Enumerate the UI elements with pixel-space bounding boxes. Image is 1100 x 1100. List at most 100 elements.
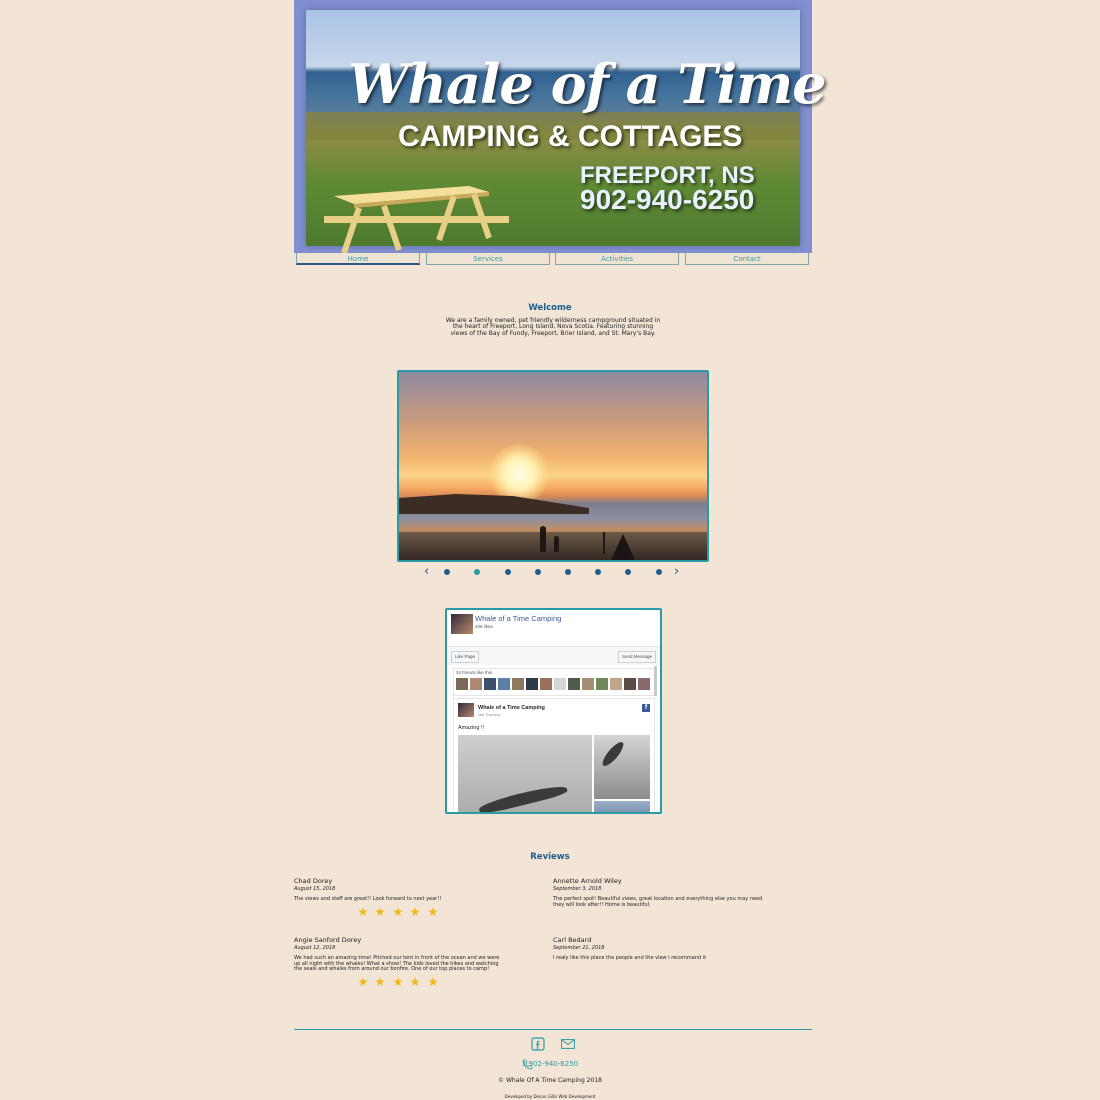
- fb-post-photo[interactable]: [594, 735, 650, 799]
- reviews-heading: Reviews: [530, 852, 570, 862]
- review-card: Annette Arnold Wiley September 3, 2018 T…: [553, 877, 763, 908]
- friend-avatar[interactable]: [498, 678, 510, 690]
- review-text: I realy like this place the people and t…: [553, 955, 707, 961]
- star-icon: [375, 977, 385, 987]
- slide-dot[interactable]: [535, 569, 541, 575]
- slide-dot[interactable]: [625, 569, 631, 575]
- slide-sun: [489, 444, 549, 504]
- review-text: The views and staff are great!! Look for…: [294, 896, 442, 902]
- fb-page-thumbnail[interactable]: [451, 614, 473, 634]
- fb-header: Whale of a Time Camping 408 likes: [447, 610, 660, 646]
- star-icon: [410, 977, 420, 987]
- welcome-text: We are a family owned, pet friendly wild…: [445, 317, 661, 337]
- slide-dot[interactable]: [565, 569, 571, 575]
- review-author: Carl Bedard: [553, 936, 592, 944]
- footer-copyright: © Whale Of A Time Camping 2018: [498, 1077, 602, 1084]
- slide-person-silhouette: [540, 526, 546, 552]
- fb-friends-text: 34 friends like this: [456, 670, 493, 675]
- star-icon: [358, 977, 368, 987]
- friend-avatar[interactable]: [554, 678, 566, 690]
- star-icon: [428, 907, 438, 917]
- slide-shore: [399, 532, 707, 560]
- fb-action-bar: Like Page Send Message: [447, 646, 660, 665]
- footer-divider: [294, 1029, 812, 1030]
- friend-avatar[interactable]: [582, 678, 594, 690]
- slide-dot[interactable]: [444, 569, 450, 575]
- header-phone[interactable]: 902-940-6250: [580, 184, 754, 216]
- friend-avatar[interactable]: [540, 678, 552, 690]
- facebook-page-widget: Whale of a Time Camping 408 likes Like P…: [445, 608, 662, 814]
- fb-post-photo[interactable]: [594, 801, 650, 812]
- nav-contact[interactable]: Contact: [685, 253, 809, 265]
- friend-avatar[interactable]: [456, 678, 468, 690]
- fb-post-author[interactable]: Whale of a Time Camping: [478, 705, 545, 711]
- fb-post-photo[interactable]: [458, 735, 592, 812]
- star-icon: [358, 907, 368, 917]
- star-icon: [410, 907, 420, 917]
- chevron-right-icon[interactable]: ›: [674, 565, 679, 579]
- friend-avatar[interactable]: [484, 678, 496, 690]
- fb-scrollbar[interactable]: [654, 666, 657, 696]
- review-date: August 15, 2018: [294, 886, 336, 892]
- review-author: Annette Arnold Wiley: [553, 877, 622, 885]
- picnic-table-image: [324, 186, 509, 254]
- friend-avatar[interactable]: [596, 678, 608, 690]
- fb-page-name[interactable]: Whale of a Time Camping: [475, 614, 561, 623]
- fb-like-label: Like Page: [455, 654, 476, 659]
- site-title: Whale of a Time: [348, 52, 827, 116]
- fb-post-date[interactable]: last Tuesday: [478, 712, 500, 717]
- slide-dot[interactable]: [595, 569, 601, 575]
- footer-developer-credit[interactable]: Developed by Devan Gillis Web Developmen…: [0, 1094, 1100, 1099]
- slide-dot[interactable]: [505, 569, 511, 575]
- site-subtitle: CAMPING & COTTAGES: [398, 120, 743, 153]
- facebook-icon[interactable]: f: [642, 704, 650, 712]
- slideshow-controls: ‹ ›: [420, 565, 690, 579]
- review-text: The perfect spot! Beautiful views, great…: [553, 896, 763, 908]
- friend-avatar[interactable]: [526, 678, 538, 690]
- fb-like-count: 408 likes: [475, 624, 493, 629]
- review-text: We had such an amazing time! Pitched our…: [294, 955, 500, 973]
- fb-post-avatar[interactable]: [458, 703, 474, 717]
- friend-avatar[interactable]: [512, 678, 524, 690]
- mail-icon[interactable]: [561, 1039, 575, 1049]
- friend-avatar[interactable]: [624, 678, 636, 690]
- review-date: August 12, 2018: [294, 945, 336, 951]
- main-nav: Home Services Activities Contact: [296, 253, 812, 267]
- fb-post: Whale of a Time Camping last Tuesday f A…: [453, 698, 655, 812]
- whale-silhouette: [477, 782, 569, 812]
- whale-silhouette: [599, 739, 627, 769]
- nav-activities[interactable]: Activities: [555, 253, 679, 265]
- welcome-heading: Welcome: [528, 303, 572, 313]
- review-date: September 21, 2018: [553, 945, 605, 951]
- nav-home[interactable]: Home: [296, 253, 420, 265]
- star-icon: [393, 977, 403, 987]
- friend-avatar[interactable]: [638, 678, 650, 690]
- review-card: Angie Sanford Dorey August 12, 2018 We h…: [294, 936, 504, 973]
- fb-friends-box: 34 friends like this: [453, 668, 655, 696]
- review-date: September 3, 2018: [553, 886, 602, 892]
- review-card: Carl Bedard September 21, 2018 I realy l…: [553, 936, 763, 962]
- slide-dot[interactable]: [656, 569, 662, 575]
- review-author: Chad Dorey: [294, 877, 333, 885]
- fb-post-text: Amazing !!: [458, 725, 484, 731]
- slide-child-silhouette: [554, 536, 559, 552]
- star-icon: [428, 977, 438, 987]
- star-icon: [375, 907, 385, 917]
- friend-avatar[interactable]: [470, 678, 482, 690]
- review-author: Angie Sanford Dorey: [294, 936, 362, 944]
- slide-tree: [611, 534, 635, 560]
- fb-send-message-button[interactable]: Send Message: [617, 651, 656, 663]
- friend-avatar[interactable]: [568, 678, 580, 690]
- friend-avatar[interactable]: [610, 678, 622, 690]
- footer-phone-link[interactable]: 1 902-940-6250: [0, 1060, 1100, 1068]
- nav-services[interactable]: Services: [426, 253, 550, 265]
- chevron-left-icon[interactable]: ‹: [424, 565, 429, 579]
- slideshow-image[interactable]: [397, 370, 709, 562]
- review-card: Chad Dorey August 15, 2018 The views and…: [294, 877, 504, 903]
- slide-land: [399, 494, 589, 514]
- slide-post: [603, 532, 605, 554]
- fb-message-label: Send Message: [621, 654, 652, 659]
- slide-dot-active[interactable]: [474, 569, 480, 575]
- fb-like-page-button[interactable]: Like Page: [451, 651, 480, 663]
- facebook-icon[interactable]: [531, 1037, 545, 1051]
